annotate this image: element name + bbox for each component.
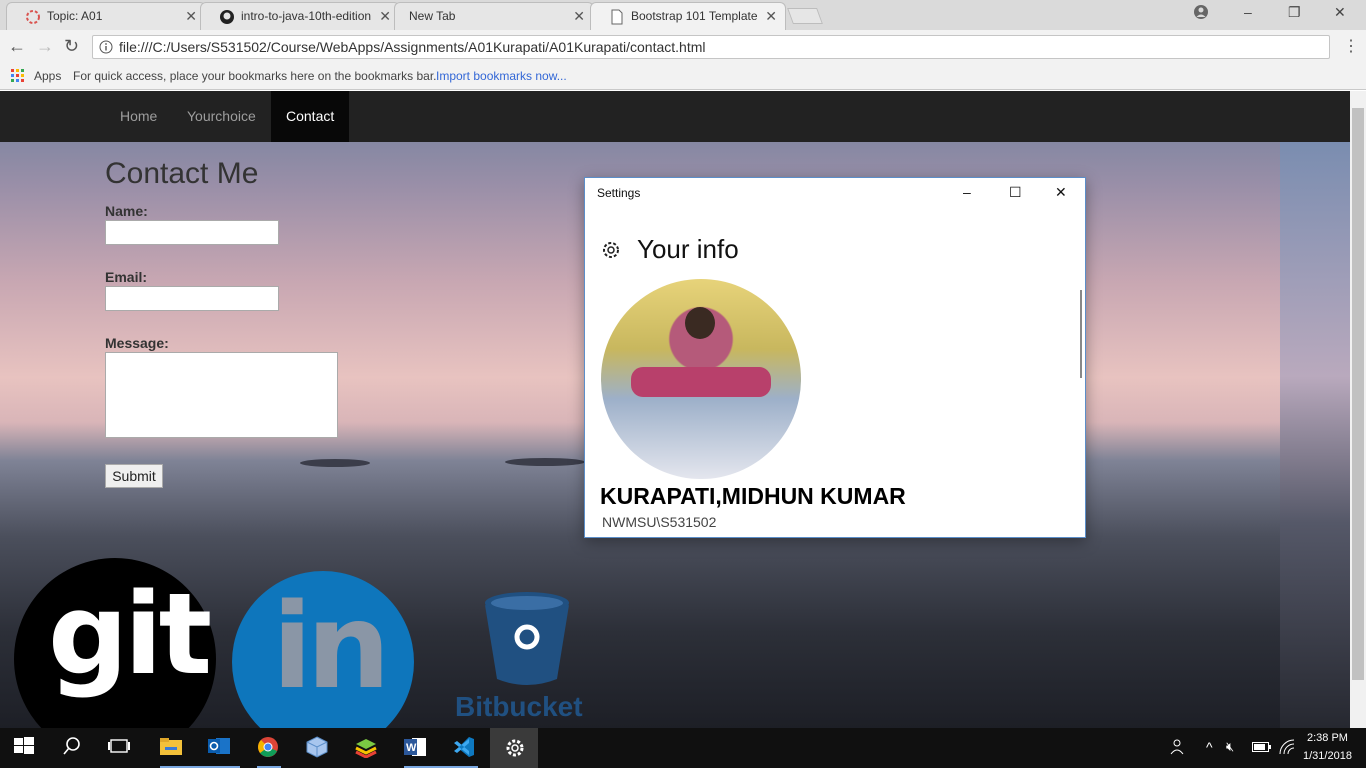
window-title: Settings [597, 186, 641, 200]
submit-button[interactable]: Submit [105, 464, 163, 488]
wifi-icon[interactable] [1278, 738, 1302, 762]
island [505, 458, 585, 466]
page-title: Contact Me [105, 157, 259, 190]
back-icon[interactable]: ← [8, 36, 26, 57]
tab-bootstrap[interactable]: Bootstrap 101 Template ✕ [590, 2, 786, 30]
bookmarks-hint: For quick access, place your bookmarks h… [73, 69, 437, 83]
minimize-icon[interactable]: – [1244, 4, 1252, 20]
settings-window: Settings – ☐ ✕ Your info KURAPATI,MIDHUN… [584, 177, 1086, 538]
message-label: Message: [105, 335, 169, 351]
nav-yourchoice[interactable]: Yourchoice [187, 108, 256, 124]
linkedin-logo-text: in [272, 577, 390, 715]
avatar [601, 279, 801, 479]
people-icon[interactable] [1170, 738, 1194, 762]
name-label: Name: [105, 203, 148, 219]
bitbucket-logo-text: Bitbucket [455, 691, 583, 722]
bucket-icon [485, 592, 569, 685]
github-icon [219, 9, 235, 25]
new-tab-button[interactable] [787, 8, 823, 24]
topic-icon [25, 9, 41, 25]
maximize-icon[interactable]: ☐ [1009, 184, 1022, 201]
name-input[interactable] [105, 220, 279, 245]
bitbucket-logo[interactable]: Bitbucket [455, 591, 600, 728]
tab-github[interactable]: intro-to-java-10th-edition ✕ [200, 2, 400, 30]
close-window-icon[interactable]: ✕ [1334, 4, 1346, 21]
outlook-icon[interactable] [208, 736, 232, 760]
svg-text:W: W [406, 742, 417, 754]
nav-home[interactable]: Home [120, 108, 157, 124]
search-icon[interactable] [62, 736, 86, 760]
file-explorer-icon[interactable] [160, 736, 184, 760]
tab-label: New Tab [409, 9, 456, 23]
chevron-up-icon[interactable]: ^ [1206, 739, 1213, 755]
restore-icon[interactable]: ❐ [1288, 4, 1301, 21]
menu-icon[interactable]: ⋮ [1343, 36, 1359, 56]
git-logo-text: git [48, 570, 212, 700]
tab-strip: Topic: A01 ✕ intro-to-java-10th-edition … [0, 0, 1366, 30]
apps-link[interactable]: Apps [34, 69, 61, 83]
bluestacks-icon[interactable] [355, 736, 379, 760]
gear-icon [504, 737, 526, 764]
close-icon[interactable]: ✕ [379, 8, 391, 25]
reload-icon[interactable]: ↻ [64, 36, 79, 57]
mute-icon[interactable]: 🔇︎ [1226, 739, 1234, 755]
tab-topic[interactable]: Topic: A01 ✕ [6, 2, 206, 30]
word-icon[interactable]: W [404, 736, 428, 760]
minimize-icon[interactable]: – [963, 184, 971, 200]
message-textarea[interactable] [105, 352, 338, 438]
windows-start-icon[interactable] [14, 736, 38, 760]
email-input[interactable] [105, 286, 279, 311]
import-bookmarks-link[interactable]: Import bookmarks now... [436, 69, 567, 83]
user-name: KURAPATI,MIDHUN KUMAR [600, 483, 906, 509]
url-text: file:///C:/Users/S531502/Course/WebApps/… [119, 39, 706, 55]
virtualbox-icon[interactable] [306, 736, 330, 760]
tab-new-tab[interactable]: New Tab ✕ [394, 2, 594, 30]
chrome-icon[interactable] [257, 736, 281, 760]
avatar-shirt [631, 367, 771, 397]
tab-label: Topic: A01 [47, 9, 103, 23]
git-logo[interactable]: git [14, 558, 216, 728]
site-navbar: Home Yourchoice Contact [0, 91, 1350, 142]
gear-icon [599, 238, 623, 267]
nav-contact[interactable]: Contact [271, 91, 350, 142]
close-icon[interactable]: ✕ [573, 8, 585, 25]
page-margin [1280, 142, 1350, 728]
tab-label: intro-to-java-10th-edition [241, 9, 371, 23]
task-view-icon[interactable] [108, 736, 132, 760]
address-bar[interactable]: file:///C:/Users/S531502/Course/WebApps/… [92, 35, 1330, 59]
close-icon[interactable]: ✕ [185, 8, 197, 25]
clock-time[interactable]: 2:38 PM [1307, 732, 1348, 744]
dialog-scrollbar[interactable] [1080, 290, 1082, 378]
page-icon [609, 9, 625, 25]
section-heading: Your info [637, 234, 739, 264]
apps-grid-icon[interactable] [11, 69, 25, 86]
bookmarks-bar: Apps For quick access, place your bookma… [0, 64, 1366, 90]
island [300, 459, 370, 467]
vscode-icon[interactable] [453, 736, 477, 760]
avatar-head [685, 307, 715, 339]
page-scrollbar-thumb[interactable] [1352, 108, 1364, 680]
tab-label: Bootstrap 101 Template [631, 9, 758, 23]
profile-icon[interactable] [1193, 4, 1209, 23]
clock-date[interactable]: 1/31/2018 [1303, 750, 1352, 762]
user-account: NWMSU\S531502 [602, 514, 717, 530]
linkedin-logo[interactable]: in [232, 571, 414, 728]
taskbar: W ^ 🔇︎ 2:38 PM 1/31/2018 [0, 728, 1366, 768]
forward-icon[interactable]: → [36, 36, 54, 57]
email-label: Email: [105, 269, 148, 285]
close-icon[interactable]: ✕ [765, 8, 777, 25]
settings-taskbar-button[interactable] [490, 728, 538, 768]
close-icon[interactable]: ✕ [1055, 184, 1067, 201]
info-icon[interactable] [99, 40, 113, 57]
battery-icon[interactable] [1252, 740, 1276, 764]
